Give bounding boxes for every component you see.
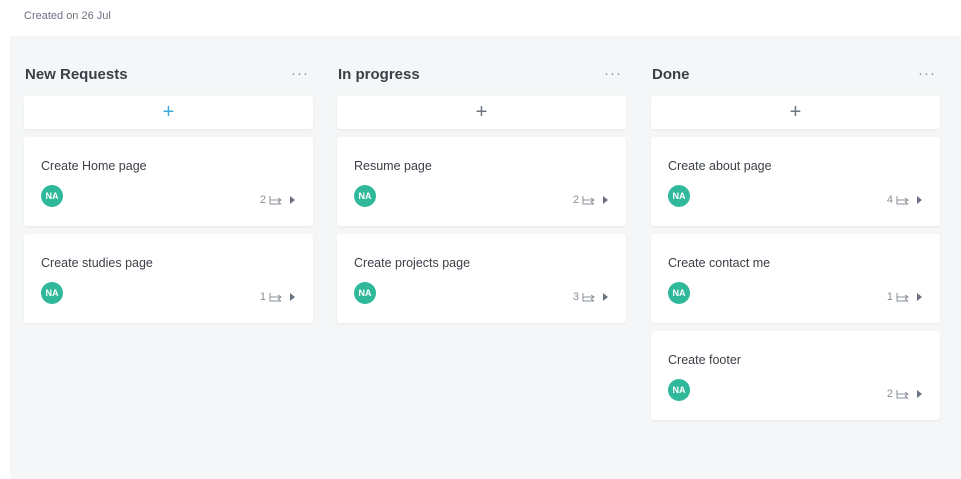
column-title: Done [652,66,690,83]
subtask-count-value: 4 [886,194,893,206]
subtask-count[interactable]: 1 [887,291,922,303]
column-new-requests: New Requests ··· + Create Home page NA 2… [24,62,313,323]
column-done: Done ··· + Create about page NA 4 Create… [651,62,940,420]
subtask-icon [582,196,595,205]
subtask-count-value: 3 [572,291,579,303]
caret-right-icon[interactable] [290,196,295,204]
avatar[interactable]: NA [41,185,63,207]
card-title: Resume page [354,159,432,173]
subtask-count[interactable]: 2 [573,194,608,206]
subtask-icon [269,293,282,302]
subtask-count-value: 2 [572,194,579,206]
avatar[interactable]: NA [354,282,376,304]
subtask-count-value: 1 [886,291,893,303]
task-card[interactable]: Create studies page NA 1 [24,234,313,323]
card-title: Create contact me [668,256,771,270]
top-bar: Created on 26 Jul [0,0,961,34]
task-card[interactable]: Resume page NA 2 [337,137,626,226]
subtask-icon [896,390,909,399]
column-header: In progress ··· [337,62,626,90]
subtask-count[interactable]: 1 [260,291,295,303]
task-card[interactable]: Create projects page NA 3 [337,234,626,323]
ellipsis-icon[interactable]: ··· [604,65,622,82]
plus-icon: + [162,101,175,123]
avatar[interactable]: NA [354,185,376,207]
avatar[interactable]: NA [668,379,690,401]
subtask-count-value: 2 [886,388,893,400]
subtask-count[interactable]: 2 [887,388,922,400]
subtask-icon [896,196,909,205]
card-title: Create about page [668,159,772,173]
column-title: In progress [338,66,420,83]
card-title: Create footer [668,353,741,367]
subtask-icon [896,293,909,302]
subtask-count[interactable]: 4 [887,194,922,206]
task-card[interactable]: Create about page NA 4 [651,137,940,226]
caret-right-icon[interactable] [917,196,922,204]
ellipsis-icon[interactable]: ··· [918,65,936,82]
subtask-icon [582,293,595,302]
card-title: Create projects page [354,256,471,270]
card-title: Create studies page [41,256,153,270]
plus-icon: + [475,101,488,123]
avatar[interactable]: NA [668,185,690,207]
subtask-count[interactable]: 2 [260,194,295,206]
caret-right-icon[interactable] [917,390,922,398]
caret-right-icon[interactable] [917,293,922,301]
subtask-icon [269,196,282,205]
add-card-button[interactable]: + [24,96,313,129]
kanban-board: New Requests ··· + Create Home page NA 2… [10,36,961,479]
subtask-count-value: 1 [259,291,266,303]
ellipsis-icon[interactable]: ··· [291,65,309,82]
caret-right-icon[interactable] [290,293,295,301]
subtask-count[interactable]: 3 [573,291,608,303]
task-card[interactable]: Create contact me NA 1 [651,234,940,323]
subtask-count-value: 2 [259,194,266,206]
column-header: Done ··· [651,62,940,90]
column-in-progress: In progress ··· + Resume page NA 2 Creat… [337,62,626,323]
avatar[interactable]: NA [668,282,690,304]
column-title: New Requests [25,66,128,83]
task-card[interactable]: Create Home page NA 2 [24,137,313,226]
created-date: Created on 26 Jul [24,10,111,22]
card-title: Create Home page [41,159,147,173]
plus-icon: + [789,101,802,123]
caret-right-icon[interactable] [603,293,608,301]
column-header: New Requests ··· [24,62,313,90]
task-card[interactable]: Create footer NA 2 [651,331,940,420]
add-card-button[interactable]: + [337,96,626,129]
avatar[interactable]: NA [41,282,63,304]
caret-right-icon[interactable] [603,196,608,204]
add-card-button[interactable]: + [651,96,940,129]
